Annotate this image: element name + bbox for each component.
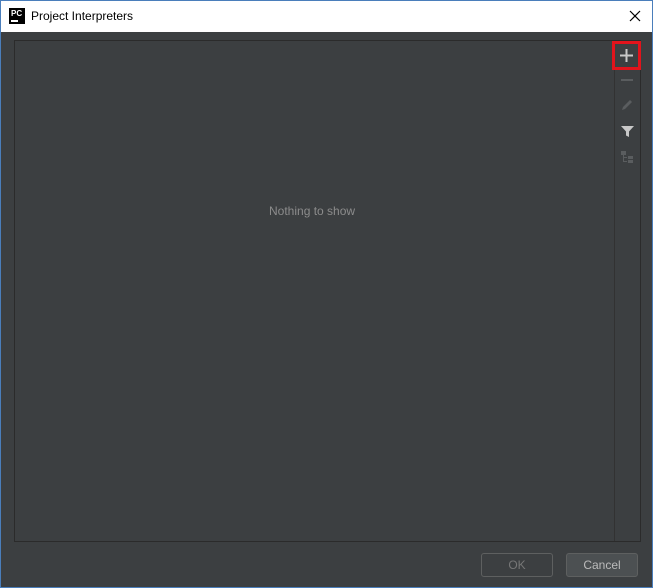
filter-icon [620, 125, 634, 137]
close-button[interactable] [624, 5, 646, 27]
show-paths-icon [621, 151, 633, 163]
edit-interpreter-button[interactable] [615, 93, 639, 117]
cancel-button[interactable]: Cancel [566, 553, 638, 577]
close-icon [629, 10, 641, 22]
logo-text: PC [11, 9, 23, 18]
empty-list-message: Nothing to show [269, 204, 356, 218]
dialog-title: Project Interpreters [31, 9, 134, 23]
remove-icon [621, 79, 633, 81]
add-icon [620, 49, 633, 62]
pycharm-logo-icon: PC [9, 8, 25, 24]
add-interpreter-button[interactable] [612, 41, 641, 70]
show-paths-button[interactable] [615, 145, 639, 169]
side-toolbar [612, 41, 641, 541]
ok-button[interactable]: OK [481, 553, 553, 577]
title-bar: PC Project Interpreters [1, 1, 652, 32]
project-interpreters-dialog: PC Project Interpreters Nothing to show [0, 0, 653, 588]
filter-button[interactable] [615, 119, 639, 143]
remove-interpreter-button[interactable] [615, 68, 639, 92]
edit-icon [622, 100, 632, 110]
interpreters-list[interactable]: Nothing to show [14, 40, 641, 542]
